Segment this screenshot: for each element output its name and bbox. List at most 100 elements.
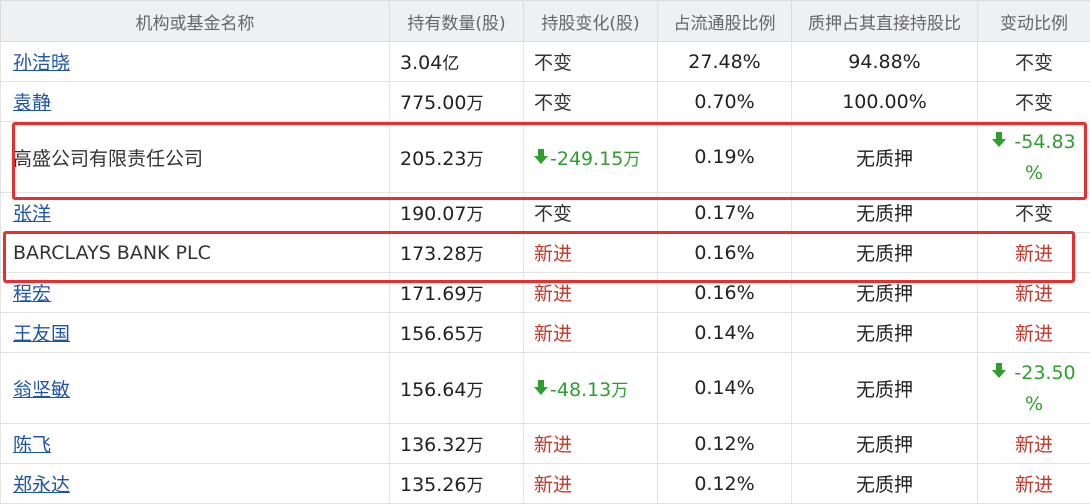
holding-change-value: -48.13 [550, 378, 612, 401]
holding-change-value: 不变 [534, 52, 573, 74]
change-ratio-value: -23.50 [1014, 361, 1076, 384]
cell-holding-qty: 205.23万 [389, 121, 524, 193]
cell-float-ratio: 0.14% [657, 352, 792, 424]
table-row: 陈飞 136.32万 新进 0.12% 无质押 新进 [0, 423, 1090, 464]
holder-name-text: 高盛公司有限责任公司 [13, 147, 204, 170]
holding-change-value: 新进 [534, 283, 573, 305]
header-float-ratio[interactable]: 占流通股比例 [657, 0, 792, 42]
table-row: 袁静 775.00万 不变 0.70% 100.00% 不变 [0, 81, 1090, 122]
table-row: 王友国 156.65万 新进 0.14% 无质押 新进 [0, 312, 1090, 353]
header-institution-name[interactable]: 机构或基金名称 [0, 0, 390, 42]
arrow-down-icon [534, 148, 548, 170]
holding-qty-unit: 亿 [442, 54, 460, 74]
table-row: 高盛公司有限责任公司 205.23万 -249.15万 0.19% 无质押 -54.83… [0, 121, 1090, 193]
holder-name-link[interactable]: 王友国 [13, 323, 70, 345]
cell-pledge-ratio: 无质押 [791, 352, 978, 424]
holding-change-unit: 万 [611, 380, 629, 401]
cell-holding-change: -249.15万 [523, 121, 658, 193]
holding-qty-unit: 万 [466, 436, 484, 456]
cell-pledge-ratio: 无质押 [791, 232, 978, 273]
cell-float-ratio: 0.16% [657, 232, 792, 273]
cell-holding-change: 新进 [523, 463, 658, 504]
cell-pledge-ratio: 无质押 [791, 121, 978, 193]
cell-change-ratio: 新进 [977, 423, 1090, 464]
holding-qty-value: 775.00 [400, 92, 467, 114]
holding-qty-value: 156.65 [400, 323, 467, 345]
arrow-down-icon [992, 128, 1007, 158]
holding-qty-unit: 万 [466, 476, 484, 496]
cell-pledge-ratio: 无质押 [791, 423, 978, 464]
holder-name-link[interactable]: 郑永达 [13, 474, 70, 496]
cell-holding-change: 新进 [523, 272, 658, 313]
header-pledge-ratio[interactable]: 质押占其直接持股比 [791, 0, 978, 42]
cell-holding-qty: 3.04亿 [389, 41, 524, 82]
cell-change-ratio: 新进 [977, 232, 1090, 273]
arrow-down-icon [992, 359, 1007, 389]
cell-holding-change: -48.13万 [523, 352, 658, 424]
cell-change-ratio: -54.83% [977, 121, 1090, 193]
holding-qty-value: 173.28 [400, 243, 467, 265]
cell-holding-change: 不变 [523, 41, 658, 82]
cell-holder-name: 郑永达 [0, 463, 390, 504]
cell-float-ratio: 0.14% [657, 312, 792, 353]
holding-qty-value: 135.26 [400, 474, 467, 496]
cell-holder-name: 陈飞 [0, 423, 390, 464]
cell-change-ratio: 新进 [977, 272, 1090, 313]
table-header-row: 机构或基金名称 持有数量(股) 持股变化(股) 占流通股比例 质押占其直接持股比… [0, 0, 1090, 42]
cell-holding-qty: 136.32万 [389, 423, 524, 464]
holding-qty-unit: 万 [466, 380, 484, 401]
table-row: 翁坚敏 156.64万 -48.13万 0.14% 无质押 -23.50% [0, 352, 1090, 424]
holding-qty-unit: 万 [466, 325, 484, 345]
cell-change-ratio: 新进 [977, 312, 1090, 353]
cell-holder-name: BARCLAYS BANK PLC [0, 232, 390, 273]
cell-change-ratio: 不变 [977, 192, 1090, 233]
change-ratio-wrap: -54.83% [992, 127, 1076, 188]
header-holding-change[interactable]: 持股变化(股) [523, 0, 658, 42]
holding-qty-value: 171.69 [400, 283, 467, 305]
table-row: 郑永达 135.26万 新进 0.12% 无质押 新进 [0, 463, 1090, 504]
holding-change-value: -249.15 [550, 147, 624, 170]
holding-change-value: 新进 [534, 474, 573, 496]
cell-holding-change: 新进 [523, 423, 658, 464]
cell-change-ratio: 新进 [977, 463, 1090, 504]
holding-qty-unit: 万 [466, 205, 484, 225]
shareholder-table: 机构或基金名称 持有数量(股) 持股变化(股) 占流通股比例 质押占其直接持股比… [0, 0, 1090, 504]
cell-holding-qty: 190.07万 [389, 192, 524, 233]
cell-float-ratio: 0.17% [657, 192, 792, 233]
holding-qty-unit: 万 [466, 245, 484, 265]
cell-holder-name: 张洋 [0, 192, 390, 233]
cell-holding-qty: 173.28万 [389, 232, 524, 273]
cell-holder-name: 翁坚敏 [0, 352, 390, 424]
cell-pledge-ratio: 无质押 [791, 192, 978, 233]
cell-change-ratio: 不变 [977, 81, 1090, 122]
cell-float-ratio: 0.12% [657, 423, 792, 464]
holder-name-link[interactable]: 翁坚敏 [13, 379, 70, 401]
holder-name-link[interactable]: 孙洁晓 [13, 52, 70, 74]
header-change-ratio[interactable]: 变动比例 [977, 0, 1090, 42]
holding-qty-value: 190.07 [400, 203, 467, 225]
cell-pledge-ratio: 无质押 [791, 463, 978, 504]
holder-name-link[interactable]: 袁静 [13, 92, 51, 114]
holding-qty-value: 205.23 [400, 147, 467, 170]
table-row: 孙洁晓 3.04亿 不变 27.48% 94.88% 不变 [0, 41, 1090, 82]
holding-qty-value: 136.32 [400, 434, 467, 456]
cell-change-ratio: -23.50% [977, 352, 1090, 424]
cell-holding-qty: 171.69万 [389, 272, 524, 313]
holder-name-text: BARCLAYS BANK PLC [13, 241, 211, 264]
holding-change-value: 新进 [534, 323, 573, 345]
change-ratio-suffix: % [1024, 392, 1044, 415]
cell-holder-name: 袁静 [0, 81, 390, 122]
change-ratio-value: -54.83 [1014, 130, 1076, 153]
holding-change-unit: 万 [623, 149, 641, 170]
header-holding-qty[interactable]: 持有数量(股) [389, 0, 524, 42]
holder-name-link[interactable]: 陈飞 [13, 434, 51, 456]
holding-qty-unit: 万 [466, 149, 484, 170]
holder-name-link[interactable]: 张洋 [13, 203, 51, 225]
table-body: 孙洁晓 3.04亿 不变 27.48% 94.88% 不变 袁静 775.00万 不变 0.70%… [0, 41, 1090, 504]
cell-holder-name: 高盛公司有限责任公司 [0, 121, 390, 193]
arrow-down-icon [534, 379, 548, 401]
table-row: 张洋 190.07万 不变 0.17% 无质押 不变 [0, 192, 1090, 233]
holder-name-link[interactable]: 程宏 [13, 283, 51, 305]
cell-holding-qty: 775.00万 [389, 81, 524, 122]
cell-float-ratio: 0.19% [657, 121, 792, 193]
